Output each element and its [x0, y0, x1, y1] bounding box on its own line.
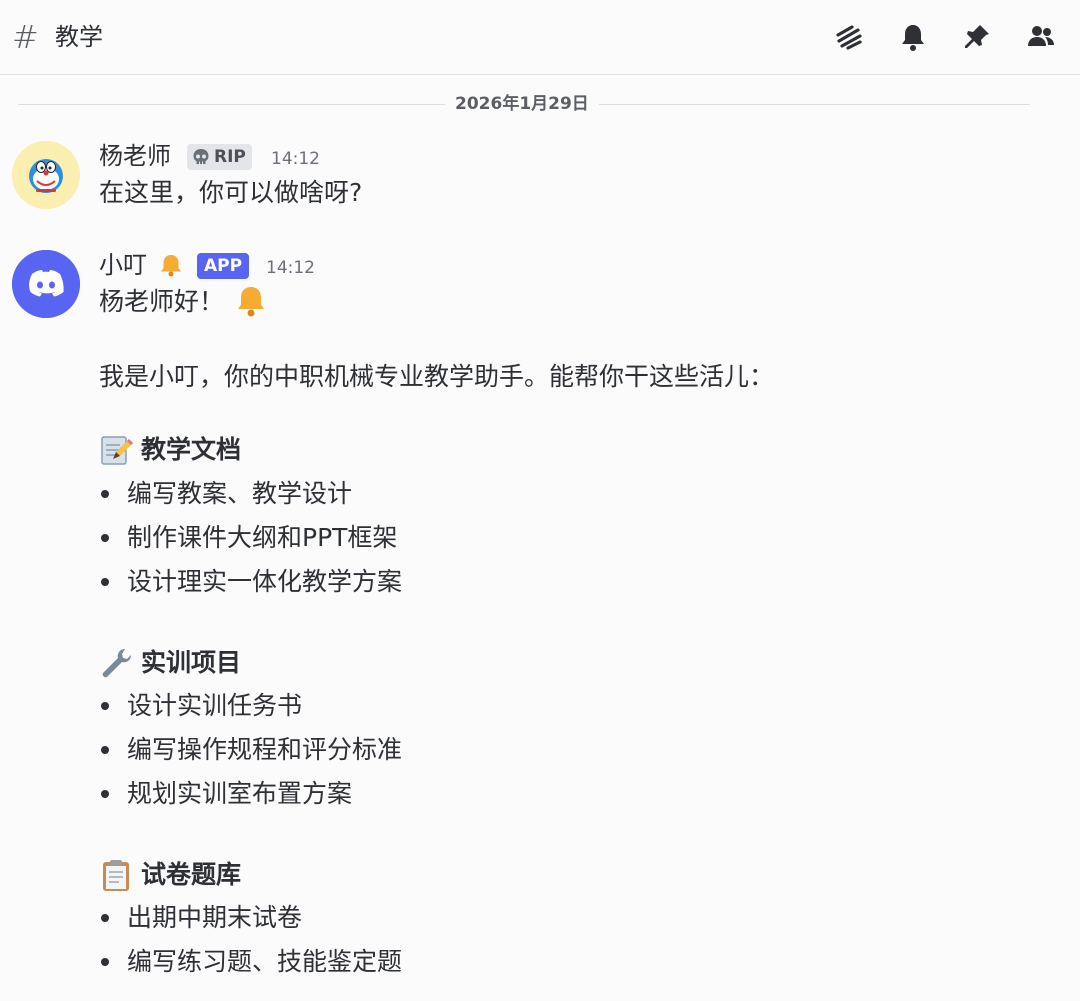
- list-item-text: 设计实训任务书: [127, 691, 303, 720]
- message-greeting: 杨老师好！: [99, 287, 225, 316]
- list-item: 设计实训任务书: [99, 690, 302, 722]
- avatar[interactable]: [12, 250, 80, 318]
- channel-hash-icon: #: [12, 18, 39, 56]
- bell-icon[interactable]: [896, 20, 930, 54]
- channel-name: 教学: [55, 23, 103, 51]
- list-item: 编写操作规程和评分标准: [99, 734, 402, 766]
- list-item: 编写教案、教学设计: [99, 478, 352, 510]
- list-item: 编写练习题、技能鉴定题: [99, 946, 402, 978]
- section-title-label: 教学文档: [141, 435, 242, 464]
- list-item: 规划实训室布置方案: [99, 778, 352, 810]
- list-item-text: 编写练习题、技能鉴定题: [127, 947, 403, 976]
- bell-emoji-icon: [238, 287, 264, 317]
- list-item-text: 设计理实一体化教学方案: [127, 567, 403, 596]
- list-item: 设计理实一体化教学方案: [99, 566, 402, 598]
- memo-emoji-icon: [99, 433, 133, 467]
- skull-icon: [193, 149, 209, 164]
- list-item-text: 制作课件大纲和PPT框架: [127, 523, 398, 552]
- message-author[interactable]: 杨老师: [99, 141, 171, 171]
- message-author[interactable]: 小叮: [99, 250, 147, 280]
- members-icon[interactable]: [1024, 20, 1058, 54]
- discord-logo-icon: [12, 250, 80, 318]
- section-title-label: 试卷题库: [141, 860, 242, 889]
- message-text: 在这里，你可以做啥呀?: [99, 178, 363, 207]
- avatar[interactable]: [12, 141, 80, 209]
- doraemon-avatar-icon: [12, 141, 80, 209]
- section-title: 实训项目: [99, 646, 241, 680]
- list-item-text: 规划实训室布置方案: [127, 779, 353, 808]
- app-badge: APP: [197, 253, 250, 279]
- channel-header: # 教学: [0, 0, 1080, 75]
- user-badge-label: RIP: [214, 147, 246, 167]
- wrench-emoji-icon: [99, 646, 133, 680]
- list-item: 制作课件大纲和PPT框架: [99, 522, 397, 554]
- list-item-text: 出期中期末试卷: [127, 903, 303, 932]
- message-timestamp[interactable]: 14:12: [266, 257, 315, 279]
- section-title: 教学文档: [99, 433, 241, 467]
- section-title: 试卷题库: [99, 858, 241, 892]
- clipboard-emoji-icon: [99, 858, 133, 892]
- list-item-text: 编写教案、教学设计: [127, 479, 353, 508]
- list-item-text: 编写操作规程和评分标准: [127, 735, 403, 764]
- date-divider-label: 2026年1月29日: [445, 92, 599, 116]
- threads-icon[interactable]: [832, 20, 866, 54]
- section-title-label: 实训项目: [141, 648, 242, 677]
- list-item: 出期中期末试卷: [99, 902, 302, 934]
- bell-emoji-icon: [161, 255, 181, 277]
- user-badge[interactable]: RIP: [187, 144, 252, 170]
- message-intro: 我是小叮，你的中职机械专业教学助手。能帮你干这些活儿：: [99, 362, 775, 391]
- pin-icon[interactable]: [960, 20, 994, 54]
- message-timestamp[interactable]: 14:12: [271, 148, 320, 170]
